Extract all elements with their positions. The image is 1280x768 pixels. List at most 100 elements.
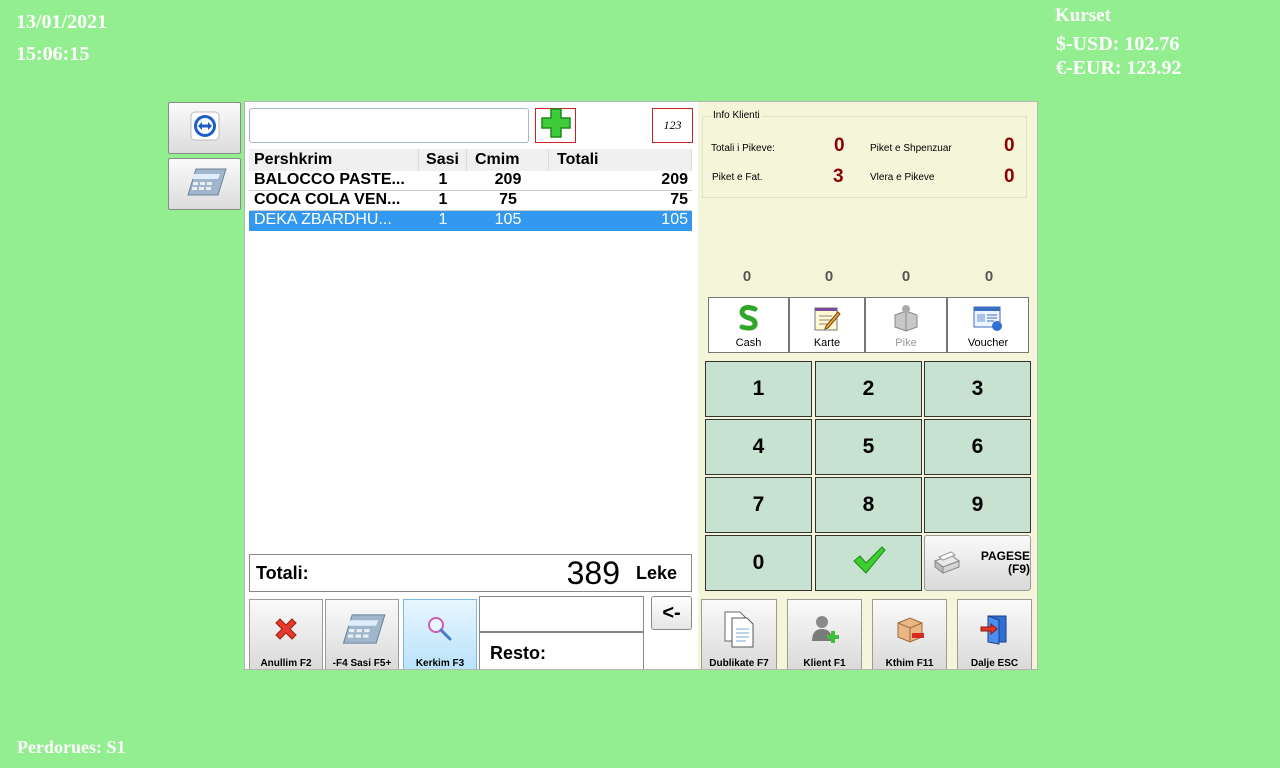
add-user-icon	[809, 600, 841, 658]
points-value-label: Vlera e Pikeve	[870, 172, 935, 183]
calculator-icon	[182, 165, 228, 204]
total-points-label: Totali i Pikeve:	[711, 143, 775, 154]
klient-button[interactable]: Klient F1	[787, 599, 862, 669]
row-price: 209	[494, 171, 522, 188]
payment-panel: Info Klienti Totali i Pikeve: 0 Piket e …	[698, 102, 1037, 669]
notepad-icon	[812, 298, 842, 337]
resto-field: Resto:	[479, 632, 644, 669]
pike-label: Pike	[895, 337, 917, 349]
key-2[interactable]: 2	[815, 361, 922, 417]
calculator-button[interactable]	[168, 158, 241, 210]
payment-input[interactable]	[479, 596, 644, 632]
anullim-label: Anullim F2	[260, 658, 312, 669]
kerkim-label: Kerkim F3	[415, 658, 465, 669]
pagese-button[interactable]: PAGESE (F9)	[924, 535, 1031, 591]
quantity-button[interactable]: -F4 Sasi F5+	[325, 599, 399, 669]
total-box: Totali: 389 Leke	[249, 554, 692, 592]
current-user: Perdorues: S1	[17, 737, 126, 757]
voucher-button[interactable]: Voucher	[947, 297, 1029, 353]
gift-box-icon	[891, 298, 921, 337]
confirm-button[interactable]	[815, 535, 922, 591]
total-points-value: 0	[834, 135, 845, 156]
header-sasi[interactable]: Sasi	[419, 149, 467, 171]
client-info-box: Info Klienti Totali i Pikeve: 0 Piket e …	[702, 110, 1027, 198]
quantity-label: -F4 Sasi F5+	[332, 658, 392, 669]
table-row-selected[interactable]: DEKA ZBARDHU... 1 105 105	[249, 211, 692, 231]
exit-door-icon	[979, 600, 1011, 658]
row-qty: 1	[438, 191, 448, 208]
plus-icon	[540, 107, 572, 144]
dalje-label: Dalje ESC	[970, 658, 1019, 669]
key-5[interactable]: 5	[815, 419, 922, 475]
row-qty: 1	[438, 211, 448, 228]
cash-button[interactable]: Cash	[708, 297, 789, 353]
document-copy-icon	[722, 600, 756, 658]
row-qty: 1	[438, 171, 448, 188]
header-pershkrim[interactable]: Pershkrim	[249, 149, 419, 171]
karte-button[interactable]: Karte	[789, 297, 865, 353]
table-header: Pershkrim Sasi Cmim Totali	[249, 149, 692, 171]
key-7[interactable]: 7	[705, 477, 812, 533]
add-product-button[interactable]	[535, 108, 576, 143]
key-6[interactable]: 6	[924, 419, 1031, 475]
cash-count: 0	[742, 268, 752, 285]
pos-panel: 123 Pershkrim Sasi Cmim Totali BALOCCO P…	[244, 101, 1038, 670]
karte-label: Karte	[813, 337, 841, 349]
key-0[interactable]: 0	[705, 535, 812, 591]
backspace-button[interactable]: <-	[651, 596, 692, 630]
key-3[interactable]: 3	[924, 361, 1031, 417]
klient-label: Klient F1	[803, 658, 846, 669]
product-search-input[interactable]	[249, 108, 529, 143]
row-desc: DEKA ZBARDHU...	[254, 211, 392, 228]
time-display: 15:06:15	[16, 43, 90, 65]
key-9[interactable]: 9	[924, 477, 1031, 533]
row-price: 75	[499, 191, 517, 208]
kthim-label: Kthim F11	[885, 658, 934, 669]
row-desc: BALOCCO PASTE...	[254, 171, 405, 188]
total-currency: Leke	[636, 562, 678, 583]
key-8[interactable]: 8	[815, 477, 922, 533]
dalje-button[interactable]: Dalje ESC	[957, 599, 1032, 669]
invoice-points-label: Piket e Fat.	[712, 172, 763, 183]
teamviewer-icon	[190, 111, 220, 146]
items-table: Pershkrim Sasi Cmim Totali BALOCCO PASTE…	[249, 149, 692, 231]
pagese-shortcut: (F9)	[1008, 562, 1030, 576]
cash-label: Cash	[735, 337, 762, 349]
header-cmim[interactable]: Cmim	[467, 149, 549, 171]
anullim-button[interactable]: Anullim F2	[249, 599, 323, 669]
voucher-icon	[972, 298, 1004, 337]
checkmark-icon	[852, 545, 886, 581]
pike-count: 0	[901, 268, 911, 285]
points-value-value: 0	[1004, 166, 1015, 187]
row-total: 105	[661, 211, 688, 228]
invoice-points-value: 3	[833, 166, 844, 187]
pike-button[interactable]: Pike	[865, 297, 947, 353]
spent-points-label: Piket e Shpenzuar	[870, 143, 952, 154]
sale-panel: 123 Pershkrim Sasi Cmim Totali BALOCCO P…	[245, 102, 698, 669]
teamviewer-button[interactable]	[168, 102, 241, 154]
rates-title: Kurset	[1055, 5, 1111, 26]
dublikate-button[interactable]: Dublikate F7	[701, 599, 777, 669]
row-total: 75	[670, 191, 688, 208]
voucher-count: 0	[984, 268, 994, 285]
kerkim-button[interactable]: Kerkim F3	[403, 599, 477, 669]
karte-count: 0	[824, 268, 834, 285]
total-label: Totali:	[256, 562, 309, 583]
cancel-x-icon	[271, 600, 301, 658]
key-1[interactable]: 1	[705, 361, 812, 417]
numeric-button[interactable]: 123	[652, 108, 693, 143]
client-info-legend: Info Klienti	[711, 110, 762, 121]
table-row[interactable]: COCA COLA VEN... 1 75 75	[249, 191, 692, 211]
row-total: 209	[661, 171, 688, 188]
total-value: 389	[566, 554, 620, 591]
table-row[interactable]: BALOCCO PASTE... 1 209 209	[249, 171, 692, 191]
eur-rate: €-EUR: 123.92	[1056, 57, 1182, 79]
magnifier-icon	[425, 600, 455, 658]
printer-icon	[931, 547, 961, 580]
row-price: 105	[494, 211, 522, 228]
header-totali[interactable]: Totali	[549, 149, 692, 171]
date-display: 13/01/2021	[16, 11, 108, 33]
kthim-button[interactable]: Kthim F11	[872, 599, 947, 669]
key-4[interactable]: 4	[705, 419, 812, 475]
calculator-icon	[337, 600, 387, 658]
